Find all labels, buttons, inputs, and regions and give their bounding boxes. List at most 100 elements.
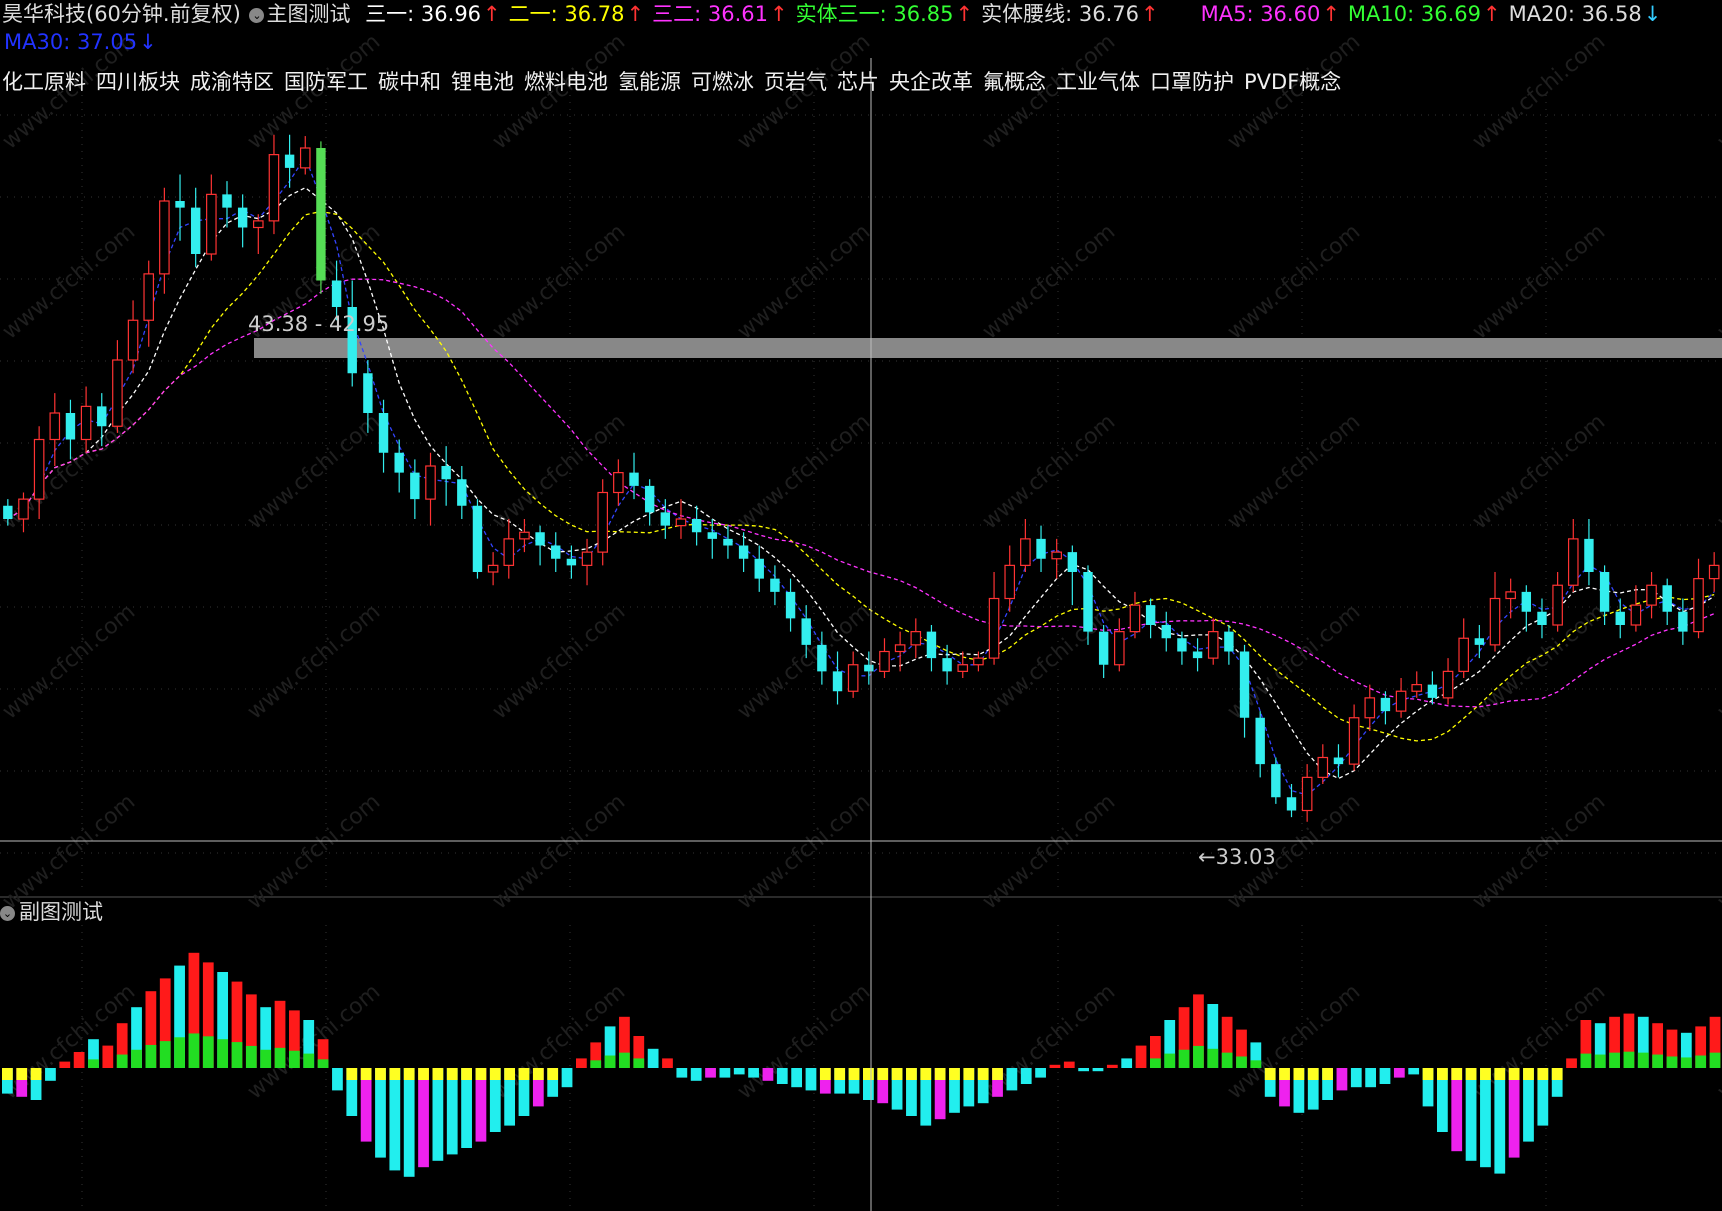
candle-body: [1004, 564, 1016, 600]
sector-tag-12[interactable]: 氟概念: [983, 70, 1046, 94]
sector-tag-3[interactable]: 国防军工: [284, 70, 368, 94]
sector-tag-13[interactable]: 工业气体: [1056, 70, 1140, 94]
hist-bar: [1350, 1068, 1362, 1088]
watermark: www.cfchi.com: [1468, 409, 1610, 534]
hist-bar: [805, 1068, 817, 1091]
candle-body: [535, 532, 545, 546]
hist-bar: [776, 1068, 788, 1084]
hist-bar: [1480, 1068, 1491, 1168]
hist-bar: [1135, 1045, 1147, 1068]
sector-tag-4[interactable]: 碳中和: [378, 70, 441, 94]
hist-bar-inner: [819, 1068, 831, 1080]
watermark: www.cfchi.com: [1713, 599, 1722, 724]
candle-body: [3, 505, 13, 519]
watermark: www.cfchi.com: [0, 219, 140, 344]
sector-tag-7[interactable]: 氢能源: [618, 70, 681, 94]
sector-tag-1[interactable]: 四川板块: [96, 70, 180, 94]
candle-body: [1708, 564, 1720, 580]
hist-bar-inner: [174, 1037, 185, 1068]
sector-tag-14[interactable]: 口罩防护: [1150, 70, 1234, 94]
candle-body: [112, 359, 123, 427]
candle-body: [1177, 638, 1187, 652]
candle-body: [926, 631, 937, 659]
hist-bar: [1408, 1068, 1420, 1075]
indicator-arrow-5: ↑: [1322, 2, 1340, 26]
hist-bar-inner: [231, 1042, 243, 1068]
sector-tag-5[interactable]: 锂电池: [451, 70, 514, 94]
candle-body: [1678, 611, 1688, 632]
candle-body: [1364, 697, 1376, 719]
sector-tag-11[interactable]: 央企改革: [889, 70, 973, 94]
price-chart: www.cfchi.com www.cfchi.com www.cfchi.com w…: [0, 29, 1722, 1211]
hist-bar-inner: [1178, 1049, 1190, 1068]
hist-bar: [1092, 1068, 1104, 1072]
hist-bar-inner: [920, 1068, 932, 1080]
candle-body: [363, 373, 373, 413]
candle-body: [253, 220, 264, 229]
watermark: www.cfchi.com: [733, 409, 875, 534]
dropdown-icon[interactable]: ⌄: [249, 7, 265, 23]
hist-bar: [332, 1068, 343, 1091]
candle-body: [864, 664, 874, 672]
candle-body: [660, 512, 671, 526]
indicator-arrow-0: ↑: [483, 2, 501, 26]
candle-body: [1521, 591, 1532, 612]
candle-body: [691, 519, 702, 533]
indicator-arrow-1: ↑: [626, 2, 645, 26]
sub-dropdown-icon[interactable]: ⌄: [0, 905, 15, 921]
candle-body: [1505, 591, 1516, 600]
candle-body: [738, 545, 749, 559]
candle-body: [1207, 631, 1219, 659]
hist-bar-inner: [863, 1068, 874, 1080]
candle-body: [159, 200, 170, 275]
hist-bar: [73, 1052, 85, 1068]
hist-bar-inner: [1480, 1068, 1491, 1080]
candle-body: [847, 664, 859, 692]
candle-body: [441, 466, 451, 480]
hist-bar: [561, 1068, 573, 1088]
candle-body: [1067, 552, 1078, 572]
watermark: www.cfchi.com: [733, 789, 875, 914]
hist-bar: [791, 1068, 803, 1088]
hist-bar-inner: [1709, 1052, 1721, 1068]
hist-bar: [647, 1048, 659, 1068]
hist-bar: [102, 1045, 114, 1068]
sector-tag-0[interactable]: 化工原料: [2, 70, 86, 94]
sector-tag-9[interactable]: 页岩气: [764, 70, 827, 94]
hist-bar: [45, 1068, 56, 1081]
candle-body: [190, 207, 201, 254]
hist-bar: [1106, 1064, 1118, 1068]
candle-body: [1036, 538, 1046, 559]
candle-body: [1630, 604, 1642, 626]
hist-bar-inner: [1594, 1054, 1606, 1068]
candle-body: [457, 479, 467, 506]
candle-body: [1552, 584, 1563, 626]
main-indicator-name[interactable]: 主图测试: [266, 2, 350, 26]
candle-body: [1537, 611, 1547, 625]
hist-bar-inner: [1322, 1068, 1333, 1080]
sector-tag-8[interactable]: 可燃冰: [691, 70, 754, 94]
sector-tag-6[interactable]: 燃料电池: [524, 70, 608, 94]
indicator-value-4: 实体腰线: 36.76: [981, 2, 1139, 26]
hist-bar: [1078, 1068, 1090, 1072]
candle-body: [1427, 684, 1438, 698]
watermark: www.cfchi.com: [488, 789, 630, 914]
watermark: www.cfchi.com: [733, 219, 875, 344]
stock-name[interactable]: 昊华科技(60分钟.前复权): [2, 2, 241, 26]
hist-bar-inner: [202, 1036, 214, 1068]
sector-tags: 化工原料 四川板块 成渝特区 国防军工 碳中和 锂电池 燃料电池 氢能源 可燃冰 页岩气 芯片 央企改…: [2, 66, 1351, 96]
sub-chart-title[interactable]: 副图测试: [19, 900, 103, 924]
sector-tag-2[interactable]: 成渝特区: [190, 70, 274, 94]
hist-bar-inner: [432, 1068, 444, 1080]
hist-bar-inner: [461, 1068, 472, 1080]
hist-bar-inner: [475, 1068, 487, 1080]
candle-body: [1458, 637, 1469, 672]
candle-body: [33, 438, 45, 500]
sector-tag-10[interactable]: 芯片: [837, 70, 879, 94]
hist-bar-inner: [1508, 1068, 1520, 1080]
sector-tag-15[interactable]: PVDF概念: [1244, 70, 1341, 94]
candle-body: [1224, 631, 1234, 652]
hist-bar-inner: [992, 1068, 1003, 1080]
candle-body: [503, 538, 515, 566]
candle-body: [1301, 776, 1313, 812]
